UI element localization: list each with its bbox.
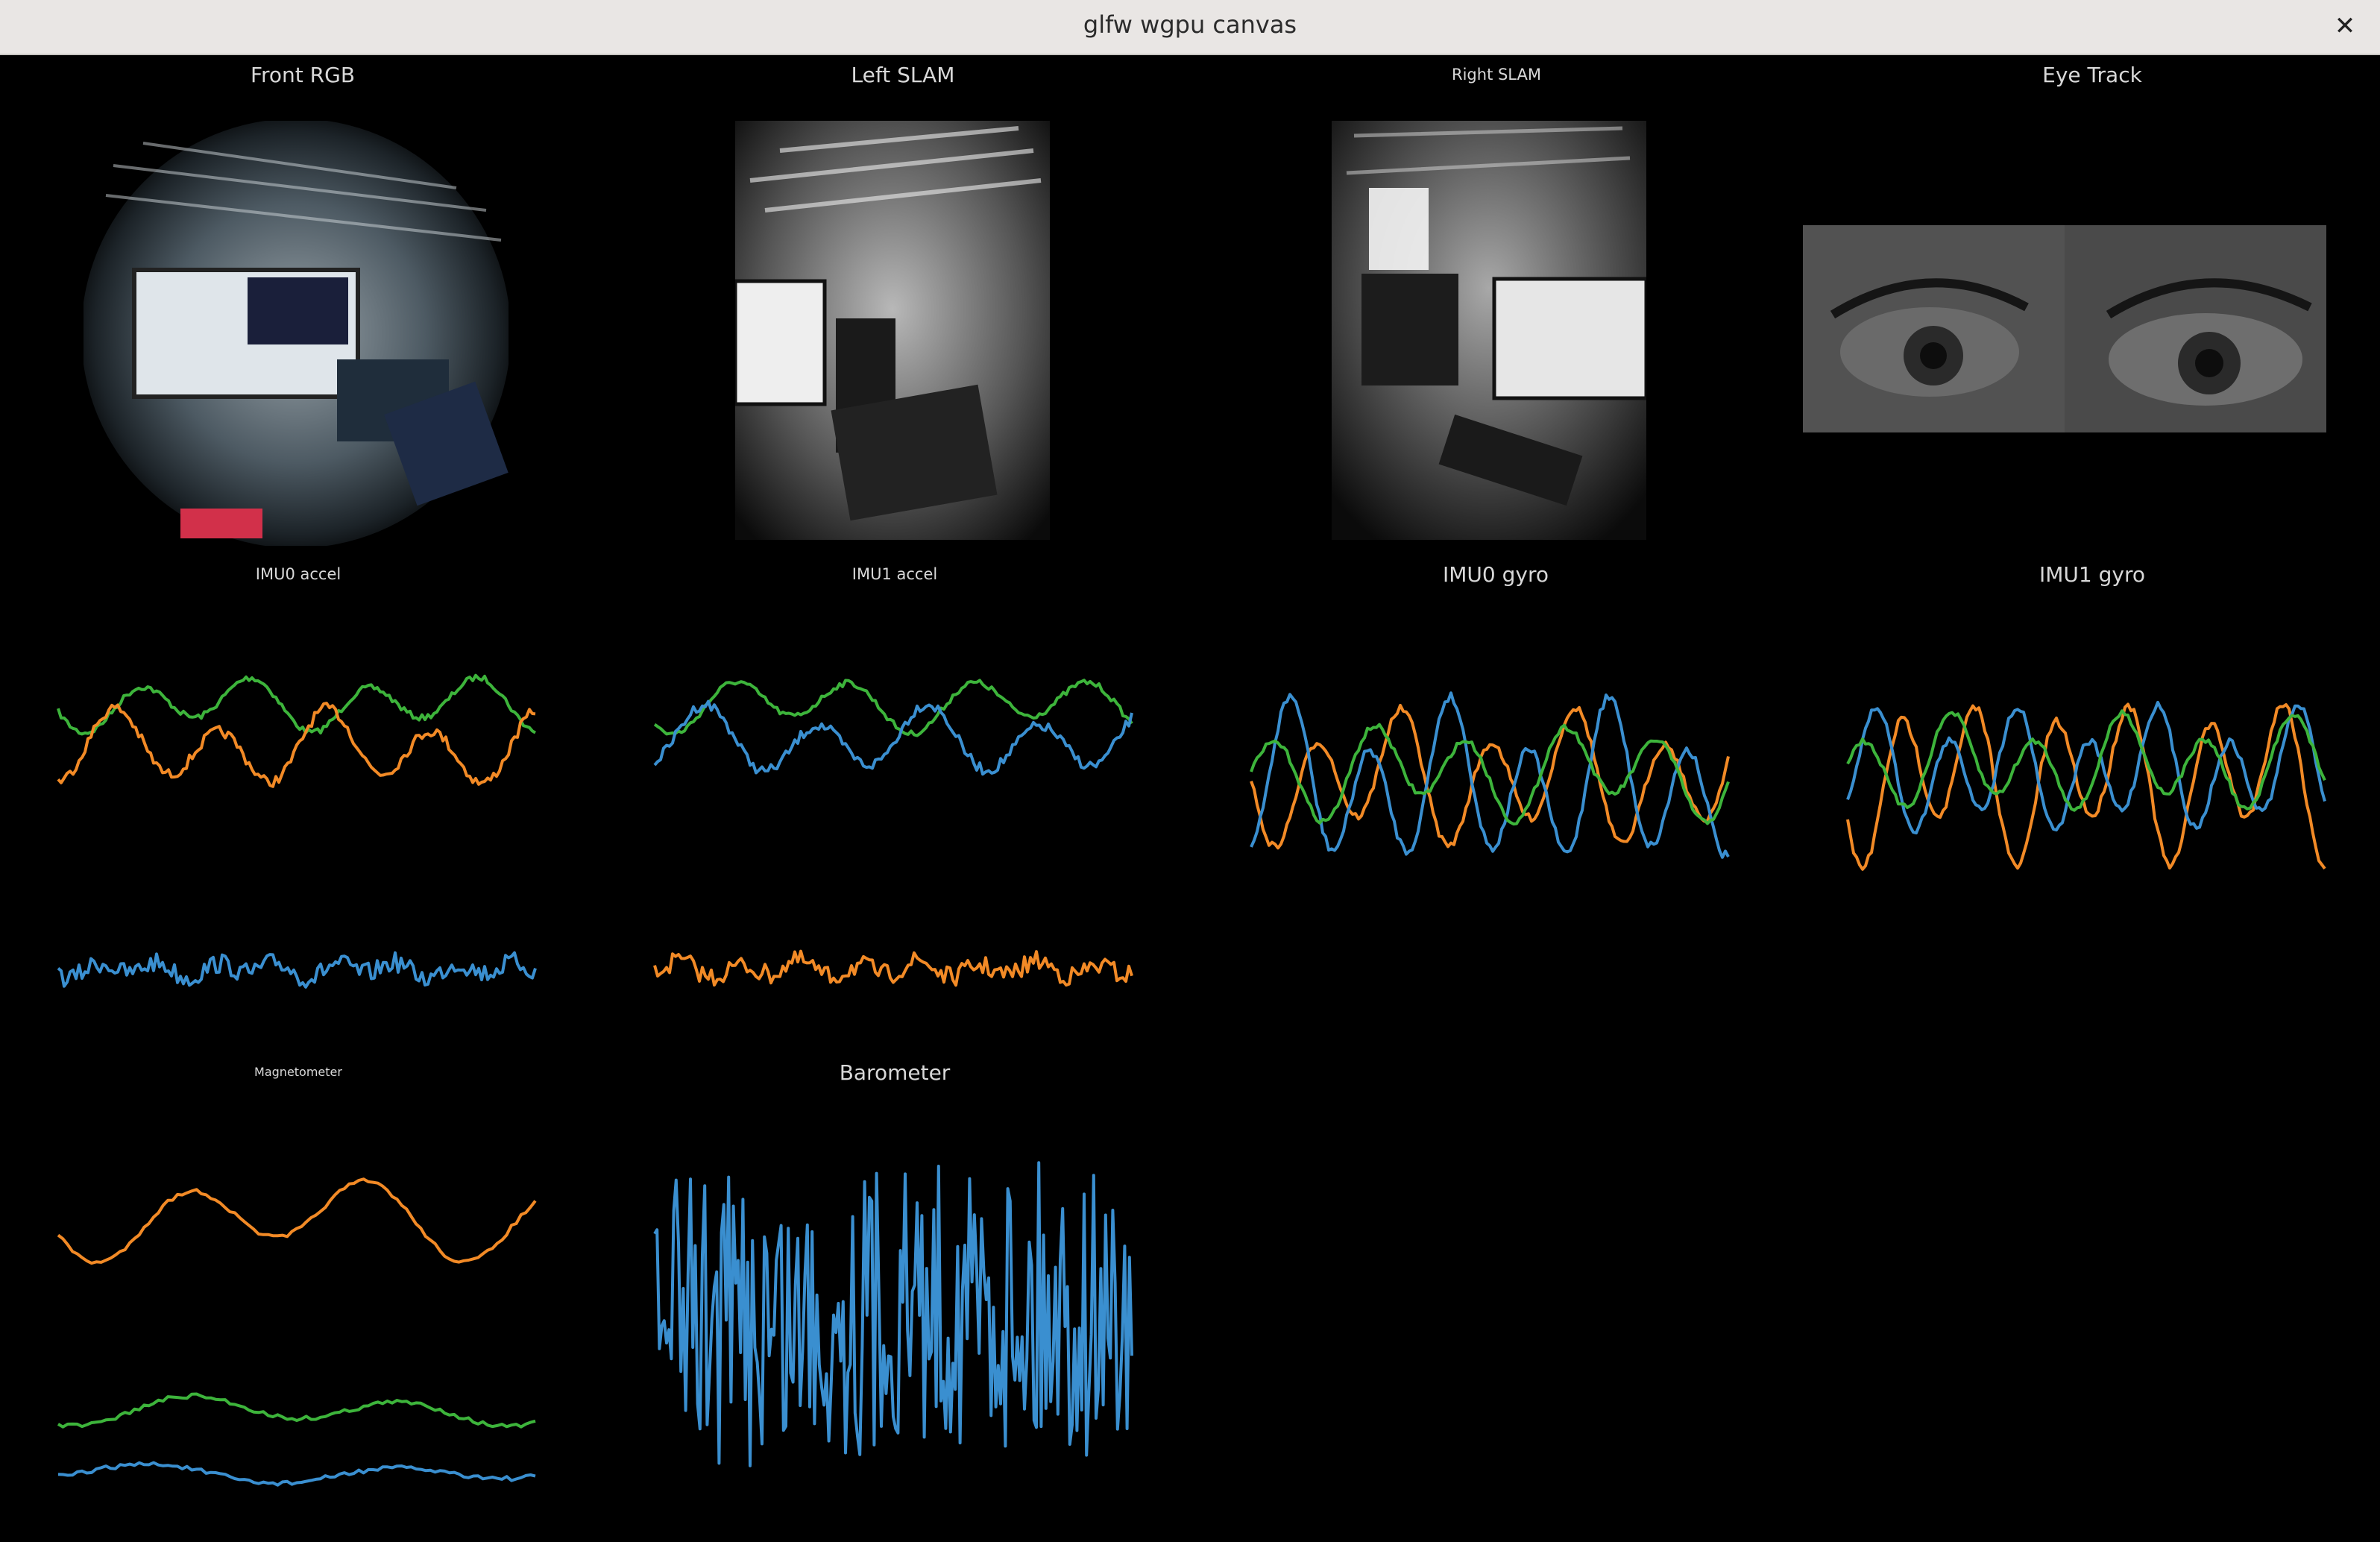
imu0-gyro-blue — [1250, 691, 1730, 859]
barometer-blue — [653, 1161, 1133, 1467]
imu0-gyro-green — [1250, 723, 1730, 826]
canvas: Front RGB Left SLAM Right SLAM Eye Track… — [0, 55, 2380, 1542]
magnetometer-blue — [57, 1461, 536, 1487]
imu0-accel-orange — [57, 702, 536, 788]
imu0-accel-green — [57, 673, 537, 736]
imu1-accel-blue — [653, 699, 1133, 776]
signal-plots — [57, 673, 2326, 1487]
magnetometer-green — [57, 1392, 536, 1429]
title-bar: glfw wgpu canvas ✕ — [0, 0, 2380, 55]
imu1-accel-orange — [653, 949, 1133, 987]
magnetometer-orange — [57, 1177, 537, 1265]
window-title: glfw wgpu canvas — [1083, 10, 1297, 39]
imu0-accel-blue — [57, 951, 537, 989]
close-icon[interactable]: ✕ — [2326, 7, 2364, 45]
